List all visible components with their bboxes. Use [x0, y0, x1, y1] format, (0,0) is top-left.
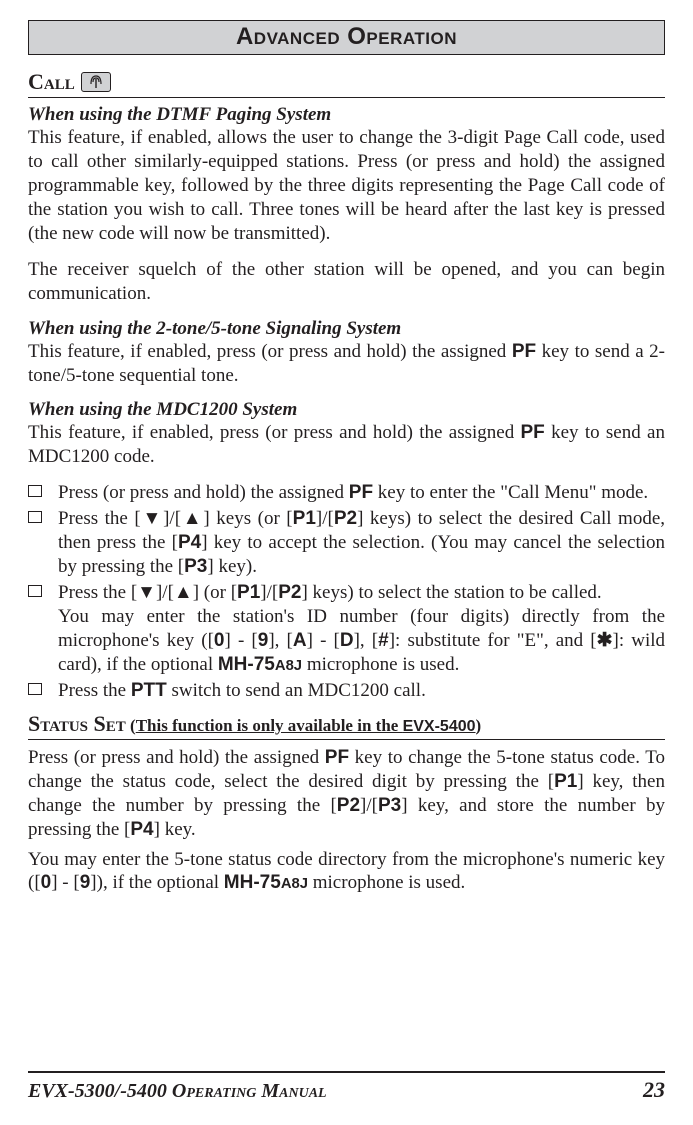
- status-title: Status Set: [28, 711, 126, 736]
- key-a: A: [293, 630, 307, 651]
- mdc-heading: When using the MDC1200 System: [28, 399, 665, 421]
- divider: [28, 97, 665, 98]
- text: ]), if the optional: [90, 872, 224, 893]
- call-label: Call: [28, 69, 75, 95]
- text: switch to send an MDC1200 call.: [167, 680, 426, 701]
- manual-title: EVX-5300/-5400 Operating Manual: [28, 1080, 327, 1103]
- p4-key-label: P4: [178, 532, 201, 553]
- key-hash: #: [378, 630, 389, 651]
- model-range: EVX-5300/-5400: [28, 1080, 172, 1102]
- checkbox-icon: [28, 511, 42, 523]
- tone-heading: When using the 2-tone/5-tone Signaling S…: [28, 318, 665, 340]
- key-d: D: [340, 630, 354, 651]
- text: This function is only available in the: [136, 716, 403, 735]
- down-arrow-icon: ▼: [137, 582, 156, 603]
- text: Press (or press and hold) the assigned: [28, 747, 325, 768]
- page: Advanced Operation Call When using the D…: [0, 0, 693, 1125]
- procedure-list: Press (or press and hold) the assigned P…: [28, 481, 665, 702]
- list-item: Press (or press and hold) the assigned P…: [28, 481, 665, 505]
- down-arrow-icon: ▼: [141, 508, 163, 529]
- call-heading: Call: [28, 69, 665, 95]
- text: ]/[: [260, 582, 278, 603]
- p4-key-label: P4: [130, 819, 153, 840]
- checkbox-icon: [28, 485, 42, 497]
- checkbox-icon: [28, 683, 42, 695]
- text: Press the [: [58, 508, 141, 529]
- pf-key-label: PF: [512, 341, 536, 362]
- text: Press (or press and hold) the assigned: [58, 482, 349, 503]
- status-paragraph-1: Press (or press and hold) the assigned P…: [28, 746, 665, 842]
- list-item: Press the PTT switch to send an MDC1200 …: [28, 679, 665, 703]
- divider: [28, 739, 665, 740]
- text: ] key.: [154, 819, 196, 840]
- tone-paragraph: This feature, if enabled, press (or pres…: [28, 340, 665, 388]
- pf-key-label: PF: [521, 422, 545, 443]
- text: ] - [: [307, 630, 340, 651]
- model-label: EVX-5400: [403, 718, 476, 735]
- antenna-icon: [81, 72, 111, 92]
- text: ]/[: [316, 508, 334, 529]
- key-9: 9: [258, 630, 269, 651]
- text: ] key).: [207, 556, 257, 577]
- p2-key-label: P2: [337, 795, 360, 816]
- pf-key-label: PF: [325, 747, 349, 768]
- up-arrow-icon: ▲: [174, 582, 193, 603]
- section-banner: Advanced Operation: [28, 20, 665, 55]
- footer-rule: [28, 1071, 665, 1073]
- text: ] - [: [51, 872, 79, 893]
- p2-key-label: P2: [334, 508, 357, 529]
- text: key to enter the "Call Menu" mode.: [373, 482, 648, 503]
- dtmf-paragraph-2: The receiver squelch of the other statio…: [28, 258, 665, 306]
- mh-75-label: MH-75A8J: [218, 654, 302, 675]
- text: ] keys (or [: [203, 508, 292, 529]
- p1-key-label: P1: [293, 508, 316, 529]
- p1-key-label: P1: [237, 582, 260, 603]
- text: ] (or [: [193, 582, 237, 603]
- text: ]: substitute for "E", and [: [389, 630, 597, 651]
- page-footer: EVX-5300/-5400 Operating Manual 23: [28, 1071, 665, 1103]
- text: ]/[: [360, 795, 378, 816]
- pf-key-label: PF: [349, 482, 373, 503]
- text: ], [: [354, 630, 379, 651]
- text: (: [126, 716, 136, 735]
- key-9: 9: [80, 872, 91, 893]
- text: microphone is used.: [308, 872, 465, 893]
- key-star: ✱: [597, 630, 613, 651]
- text: This feature, if enabled, press (or pres…: [28, 422, 521, 443]
- p3-key-label: P3: [378, 795, 401, 816]
- text: ]/[: [156, 582, 174, 603]
- dtmf-paragraph-1: This feature, if enabled, allows the use…: [28, 126, 665, 246]
- mdc-paragraph: This feature, if enabled, press (or pres…: [28, 421, 665, 469]
- page-number: 23: [643, 1077, 665, 1103]
- text: Press the [: [58, 582, 137, 603]
- key-0: 0: [214, 630, 225, 651]
- text: ], [: [268, 630, 293, 651]
- text: ] keys) to select the station to be call…: [301, 582, 601, 603]
- mh-75-label: MH-75A8J: [224, 872, 308, 893]
- ptt-key-label: PTT: [131, 680, 167, 701]
- p2-key-label: P2: [278, 582, 301, 603]
- manual-label: Operating Manual: [172, 1080, 327, 1102]
- p3-key-label: P3: [184, 556, 207, 577]
- text: microphone is used.: [302, 654, 459, 675]
- text: ] - [: [225, 630, 258, 651]
- text: Press the: [58, 680, 131, 701]
- up-arrow-icon: ▲: [181, 508, 203, 529]
- text: This feature, if enabled, press (or pres…: [28, 341, 512, 362]
- text: ): [476, 716, 482, 735]
- key-0: 0: [41, 872, 52, 893]
- status-heading: Status Set (This function is only availa…: [28, 711, 665, 737]
- dtmf-heading: When using the DTMF Paging System: [28, 104, 665, 126]
- checkbox-icon: [28, 585, 42, 597]
- list-item: Press the [▼]/[▲] keys (or [P1]/[P2] key…: [28, 507, 665, 579]
- list-item: Press the [▼]/[▲] (or [P1]/[P2] keys) to…: [28, 581, 665, 677]
- status-paragraph-2: You may enter the 5-tone status code dir…: [28, 848, 665, 896]
- p1-key-label: P1: [554, 771, 577, 792]
- text: ]/[: [163, 508, 181, 529]
